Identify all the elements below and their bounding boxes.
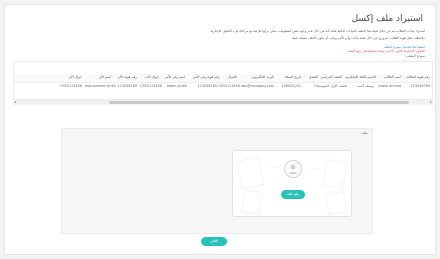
table-header-cell: رقم هوية الطالب [405, 75, 430, 79]
next-button[interactable]: التالي [201, 237, 227, 246]
table-cell: adam smith [166, 84, 187, 88]
table-cell: 123456789 [410, 84, 430, 88]
page-title: استيراد ملف إكسل [351, 14, 423, 24]
upload-label: ملف [361, 131, 368, 135]
table-header-cell: رقم هوية ولي الأمر [192, 75, 220, 79]
table-header-cell: رقم هوية الأم [118, 75, 137, 79]
import-note: ملاحظة: حقل هوية الطالب ضروري في حال تعب… [292, 36, 425, 40]
table-cell: mohammed smith [84, 84, 116, 88]
upload-file-button[interactable]: رفع ملف [281, 190, 305, 199]
table-header-cell: جوال الأب [144, 75, 159, 79]
table-header-cell: اسم الطالب [383, 75, 401, 79]
import-instructions: استيراد بيانات الطلاب يتم من خلال تعبئة … [210, 29, 425, 33]
scrollbar-thumb[interactable] [109, 101, 409, 104]
import-card: استيراد ملف إكسل استيراد بيانات الطلاب ي… [4, 4, 436, 255]
table-header-cell: جوال الأم [68, 75, 82, 79]
file-placeholder-icon [284, 160, 302, 178]
table-header-cell: الاسم باللغة الإنجليزية [345, 75, 376, 79]
table-cell: adam ahmad [378, 84, 401, 88]
table-cell: abc@company.com [241, 84, 274, 88]
required-fields-note: الحقول الإجبارية باللون الأحمر ويجب تعبئ… [347, 49, 425, 53]
table-cell: 0555123456 [60, 84, 82, 88]
table-cell: 123456789 [197, 84, 217, 88]
table-header-row: رقم هوية الطالب اسم الطالب الاسم باللغة … [14, 74, 432, 83]
table-row: 123456789 adam ahmad يوسف أحمد الصف الأو… [14, 83, 432, 91]
table-cell: 1990/01/01 [281, 84, 301, 88]
table-cell: الصف الأول المتوسط [316, 84, 347, 88]
table-header-cell: البريد الإلكتروني [251, 75, 274, 79]
table-header-cell: اسم ولي الأمر [164, 75, 185, 79]
file-dropzone[interactable]: رفع ملف [232, 150, 352, 217]
table-header-cell: الجوال [227, 75, 237, 79]
table-cell: 1 [313, 84, 316, 88]
scroll-right-arrow-icon[interactable]: ▸ [430, 99, 432, 104]
table-header-cell: اسم الأم [98, 75, 111, 79]
table-header-cell: تاريخ الميلاد [284, 75, 301, 79]
table-horizontal-scrollbar[interactable]: ◂ ▸ [13, 99, 433, 105]
table-header-cell: الصف الدراسي [320, 75, 342, 79]
table-header-cell: الفصل [308, 75, 318, 79]
sample-table: رقم هوية الطالب اسم الطالب الاسم باللغة … [13, 61, 433, 100]
table-cell: يوسف أحمد [357, 84, 374, 88]
upload-panel: ملف رفع ملف [61, 128, 373, 234]
scroll-left-arrow-icon[interactable]: ◂ [14, 99, 16, 104]
sample-heading: نموذج الملف : [404, 54, 425, 58]
table-cell: 0555123456 [218, 84, 240, 88]
table-cell: 0555123456 [140, 84, 162, 88]
table-cell: 123456789 [117, 84, 137, 88]
